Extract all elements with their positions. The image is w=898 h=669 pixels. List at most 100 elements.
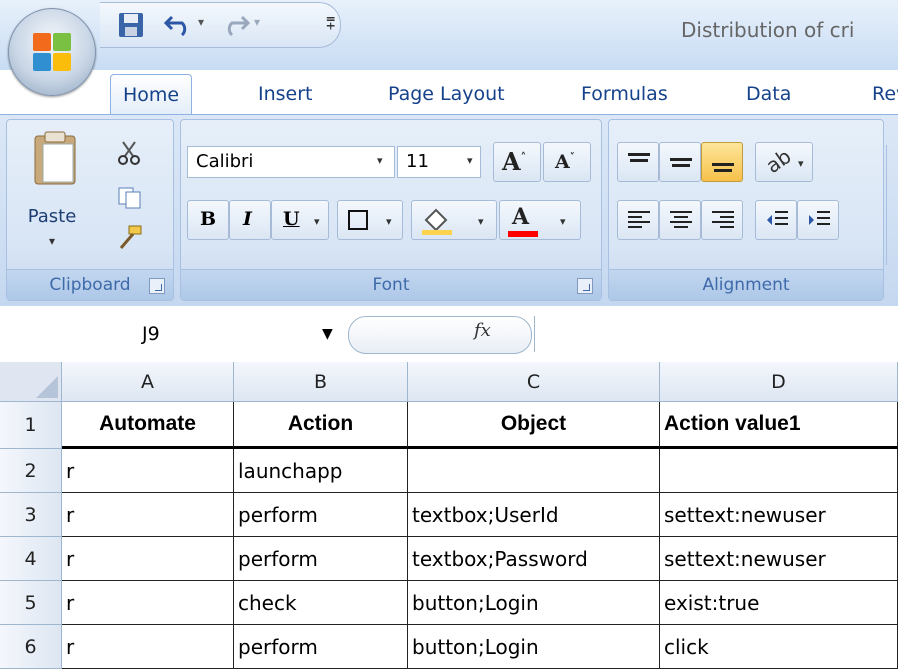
underline-button[interactable]: U ▾ [271,200,329,240]
cell-a5[interactable]: r [62,581,234,625]
undo-dropdown-icon[interactable]: ▾ [198,15,204,29]
borders-button[interactable]: ▾ [337,200,403,240]
cell-b4[interactable]: perform [234,537,408,581]
column-header-c[interactable]: C [408,362,660,402]
bottom-align-button[interactable] [701,142,743,182]
align-left-button[interactable] [617,200,659,240]
office-button[interactable] [8,8,96,96]
tab-formulas[interactable]: Formulas [581,74,668,114]
column-header-a[interactable]: A [62,362,234,402]
cell-b5[interactable]: check [234,581,408,625]
undo-icon[interactable] [164,11,194,37]
cell-c5[interactable]: button;Login [408,581,660,625]
cell-d3[interactable]: settext:newuser [660,493,898,537]
formula-input[interactable] [534,316,898,352]
cell-b2[interactable]: launchapp [234,449,408,493]
shrink-font-button[interactable]: A˅ [543,142,591,182]
quick-access-toolbar: ▾ ▾ ⩱ [100,2,350,48]
copy-icon[interactable] [117,186,143,210]
font-size-dropdown-icon[interactable]: ▾ [467,154,473,167]
title-bar: ▾ ▾ ⩱ Distribution of cri [0,0,898,96]
tab-page-layout[interactable]: Page Layout [388,74,505,114]
bottom-align-icon [712,163,734,172]
cell-c4[interactable]: textbox;Password [408,537,660,581]
cell-d4[interactable]: settext:newuser [660,537,898,581]
font-name-dropdown-icon[interactable]: ▾ [377,154,383,167]
clipboard-group-label: Clipboard [7,269,173,300]
cell-a2[interactable]: r [62,449,234,493]
cell-b1[interactable]: Action [234,402,408,449]
row-header-2[interactable]: 2 [0,449,62,493]
top-align-button[interactable] [617,142,659,182]
row-header-5[interactable]: 5 [0,581,62,625]
wrap-text-button[interactable] [886,145,898,265]
cell-d2[interactable] [660,449,898,493]
orientation-button[interactable]: ab ▾ [755,142,813,182]
office-logo-icon [33,33,71,71]
clipboard-group: Paste ▾ Clipboard [6,119,174,301]
window-title: Distribution of cri [681,18,855,42]
ribbon-tab-bar: Home Insert Page Layout Formulas Data Re… [0,70,898,115]
cell-a6[interactable]: r [62,625,234,669]
cell-d5[interactable]: exist:true [660,581,898,625]
tab-home[interactable]: Home [110,74,193,115]
font-color-dropdown-icon[interactable]: ▾ [560,215,566,228]
middle-align-button[interactable] [659,142,701,182]
row-header-3[interactable]: 3 [0,493,62,537]
customize-qat-icon[interactable]: ⩱ [326,14,335,34]
cell-c2[interactable] [408,449,660,493]
cell-a4[interactable]: r [62,537,234,581]
bold-button[interactable]: B [187,200,229,240]
row-header-4[interactable]: 4 [0,537,62,581]
redo-dropdown-icon[interactable]: ▾ [254,15,260,29]
insert-function-icon[interactable]: fx [474,320,491,341]
tab-data[interactable]: Data [746,74,791,114]
name-box[interactable]: J9 ▼ [0,314,333,354]
increase-indent-button[interactable] [797,200,839,240]
paste-button[interactable]: Paste ▾ [17,124,87,268]
formula-bar-splitter[interactable] [348,316,532,354]
cut-icon[interactable] [117,140,141,166]
underline-dropdown-icon[interactable]: ▾ [314,215,320,228]
select-all-button[interactable] [0,362,62,402]
font-color-button[interactable]: A ▾ [499,200,581,240]
format-painter-icon[interactable] [115,224,145,252]
cell-d6[interactable]: click [660,625,898,669]
font-name-box[interactable]: Calibri [187,146,395,178]
align-right-button[interactable] [701,200,743,240]
redo-icon[interactable] [220,11,250,37]
orientation-dropdown-icon[interactable]: ▾ [798,157,804,170]
cell-d1[interactable]: Action value1 [660,402,898,449]
paste-label: Paste [27,206,77,227]
cell-c3[interactable]: textbox;UserId [408,493,660,537]
grow-font-icon: A˄ [502,147,527,176]
paste-dropdown-icon[interactable]: ▾ [17,234,87,248]
column-header-b[interactable]: B [234,362,408,402]
clipboard-launcher-icon[interactable] [149,278,165,294]
italic-button[interactable]: I [229,200,271,240]
name-box-dropdown-icon[interactable]: ▼ [322,314,333,354]
align-right-icon [712,211,734,228]
tab-review[interactable]: Rev [872,74,898,114]
grow-font-button[interactable]: A˄ [493,142,541,182]
row-header-6[interactable]: 6 [0,625,62,669]
center-button[interactable] [659,200,701,240]
font-launcher-icon[interactable] [577,278,593,294]
fill-color-button[interactable]: ▾ [411,200,497,240]
cell-a1[interactable]: Automate [62,402,234,449]
cell-c6[interactable]: button;Login [408,625,660,669]
decrease-indent-button[interactable] [755,200,797,240]
cell-c1[interactable]: Object [408,402,660,449]
column-header-d[interactable]: D [660,362,898,402]
cell-b6[interactable]: perform [234,625,408,669]
align-center-icon [670,211,692,228]
bold-icon: B [200,208,217,230]
cell-a3[interactable]: r [62,493,234,537]
borders-dropdown-icon[interactable]: ▾ [386,215,392,228]
save-icon[interactable] [118,12,144,38]
row-header-1[interactable]: 1 [0,402,62,449]
excel-window: ▾ ▾ ⩱ Distribution of cri Home Insert Pa… [0,0,898,669]
fill-color-dropdown-icon[interactable]: ▾ [478,215,484,228]
tab-insert[interactable]: Insert [258,74,313,114]
cell-b3[interactable]: perform [234,493,408,537]
